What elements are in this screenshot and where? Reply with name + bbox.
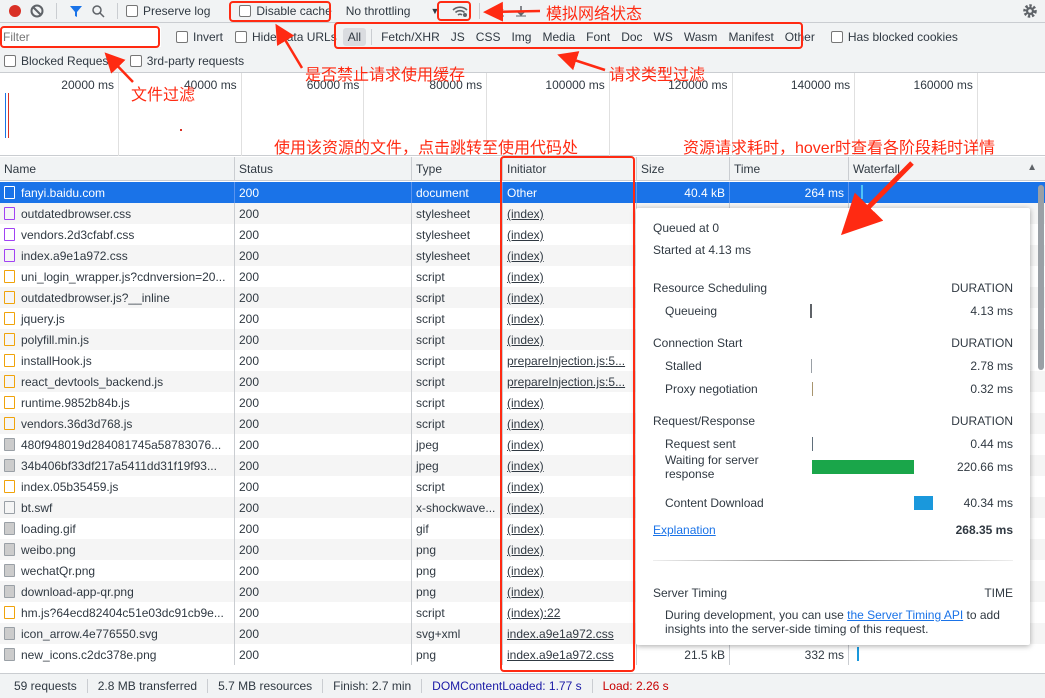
annotation-initiator: 使用该资源的文件，点击跳转至使用代码处: [274, 140, 579, 157]
annotation-filter: 文件过滤: [131, 87, 196, 104]
annotation-cache: 是否禁止请求使用缓存: [305, 67, 466, 84]
annotation-types: 请求类型过滤: [609, 67, 706, 84]
annotation-network: 模拟网络状态: [546, 6, 643, 23]
annotation-time: 资源请求耗时，hover时查看各阶段耗时详情: [683, 140, 996, 157]
